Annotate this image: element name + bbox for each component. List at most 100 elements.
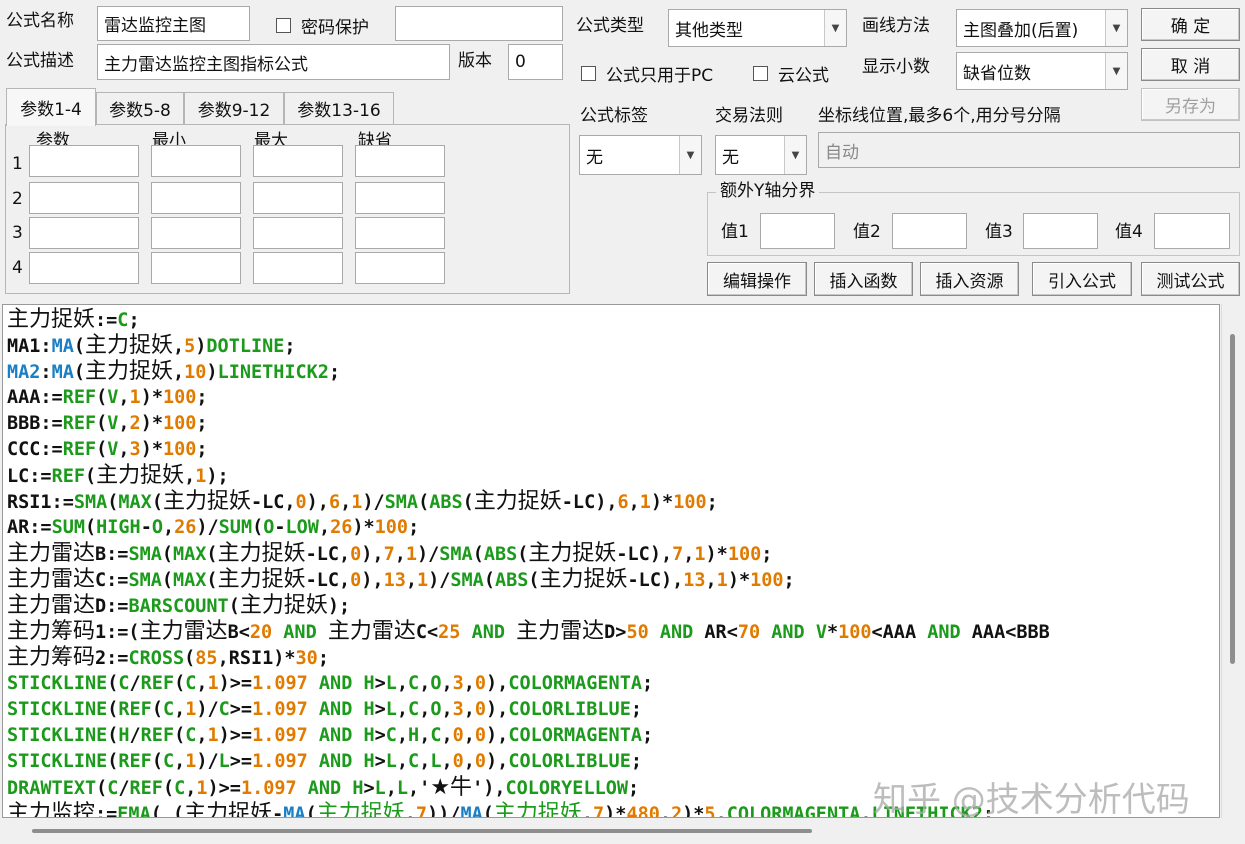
import-formula-button[interactable]: 引入公式 (1032, 262, 1132, 296)
draw-method-select[interactable]: 主图叠加(后置) ▼ (956, 9, 1128, 47)
tab-params-5-8[interactable]: 参数5-8 (96, 92, 184, 124)
formula-type-select[interactable]: 其他类型 ▼ (668, 9, 847, 47)
code-line[interactable]: 主力捉妖:=C; (7, 307, 1215, 333)
trade-rule-select[interactable]: 无 ▼ (715, 135, 807, 175)
y-value-4-input[interactable] (1154, 213, 1230, 249)
param-name-input[interactable] (29, 217, 139, 249)
code-line[interactable]: 主力雷达C:=SMA(MAX(主力捉妖-LC,0),13,1)/SMA(ABS(… (7, 567, 1215, 593)
code-line[interactable]: STICKLINE(H/REF(C,1)>=1.097 AND H>C,H,C,… (7, 723, 1215, 749)
code-token: L (430, 751, 442, 772)
code-line[interactable]: LC:=REF(主力捉妖,1); (7, 463, 1215, 489)
code-content[interactable]: 主力捉妖:=C; MA1:MA(主力捉妖,5)DOTLINE; MA2:MA(主力捉… (3, 305, 1219, 818)
chevron-down-icon[interactable]: ▼ (824, 10, 846, 46)
code-line[interactable]: MA2:MA(主力捉妖,10)LINETHICK2; (7, 359, 1215, 385)
code-token: O (430, 673, 442, 694)
decimal-select[interactable]: 缺省位数 ▼ (956, 52, 1128, 90)
code-line[interactable]: 主力雷达D:=BARSCOUNT(主力捉妖); (7, 593, 1215, 619)
horizontal-scrollbar[interactable] (2, 819, 1221, 843)
param-name-input[interactable] (29, 252, 139, 284)
code-token: )* (604, 804, 627, 818)
code-line[interactable]: STICKLINE(C/REF(C,1)>=1.097 AND H>L,C,O,… (7, 671, 1215, 697)
checkbox-box[interactable] (276, 18, 291, 33)
param-name-input[interactable] (29, 182, 139, 214)
chevron-down-icon[interactable]: ▼ (1105, 10, 1127, 46)
code-token: REF (129, 778, 163, 799)
vertical-scrollbar[interactable] (1221, 304, 1243, 818)
chevron-down-icon[interactable]: ▼ (1105, 53, 1127, 89)
param-default-input[interactable] (355, 145, 445, 177)
code-token: O (263, 517, 275, 538)
test-formula-button[interactable]: 测试公式 (1141, 262, 1240, 296)
param-default-input[interactable] (355, 252, 445, 284)
param-max-input[interactable] (253, 252, 343, 284)
formula-name-input[interactable]: 雷达监控主图 (97, 6, 250, 41)
param-max-input[interactable] (253, 217, 343, 249)
coord-line-input[interactable]: 自动 (818, 132, 1240, 168)
save-as-button[interactable]: 另存为 (1141, 88, 1240, 121)
code-token: C (107, 778, 119, 799)
code-token: 7 (593, 804, 605, 818)
param-min-input[interactable] (151, 252, 241, 284)
chevron-down-icon[interactable]: ▼ (679, 136, 701, 174)
cancel-button[interactable]: 取 消 (1141, 48, 1240, 81)
param-min-input[interactable] (151, 217, 241, 249)
code-line[interactable]: 主力雷达B:=SMA(MAX(主力捉妖-LC,0),7,1)/SMA(ABS(主… (7, 541, 1215, 567)
tab-params-1-4[interactable]: 参数1-4 (6, 88, 96, 126)
code-token: 1 (694, 544, 706, 565)
version-input[interactable]: 0 (508, 44, 563, 80)
password-protect-checkbox[interactable]: 密码保护 (276, 13, 369, 38)
code-editor[interactable]: 主力捉妖:=C; MA1:MA(主力捉妖,5)DOTLINE; MA2:MA(主力捉… (2, 304, 1220, 818)
code-token: := (95, 310, 118, 331)
code-token: 主力雷达 (327, 619, 416, 644)
y-value-1-input[interactable] (760, 213, 835, 249)
y-value-3-input[interactable] (1023, 213, 1098, 249)
vertical-scroll-thumb[interactable] (1230, 334, 1235, 664)
cloud-formula-checkbox[interactable]: 云公式 (753, 61, 829, 86)
code-token: C (430, 725, 442, 746)
code-token: ( (96, 778, 108, 799)
code-line[interactable]: 主力筹码1:=(主力雷达B<20 AND 主力雷达C<25 AND 主力雷达D>… (7, 619, 1215, 645)
checkbox-box[interactable] (581, 66, 596, 81)
horizontal-scroll-thumb[interactable] (32, 829, 812, 833)
code-token: L (374, 778, 386, 799)
pc-only-checkbox[interactable]: 公式只用于PC (581, 61, 713, 86)
insert-function-button[interactable]: 插入函数 (814, 262, 913, 296)
param-default-input[interactable] (355, 182, 445, 214)
edit-operation-button[interactable]: 编辑操作 (707, 262, 807, 296)
formula-desc-input[interactable]: 主力雷达监控主图指标公式 (97, 44, 450, 80)
code-line[interactable]: MA1:MA(主力捉妖,5)DOTLINE; (7, 333, 1215, 359)
checkbox-box[interactable] (753, 66, 768, 81)
code-token: )* (140, 413, 163, 434)
code-line[interactable]: BBB:=REF(V,2)*100; (7, 411, 1215, 437)
param-default-input[interactable] (355, 217, 445, 249)
tab-params-9-12[interactable]: 参数9-12 (184, 92, 284, 124)
ok-button[interactable]: 确 定 (1141, 8, 1240, 41)
code-token: SUM (51, 517, 85, 538)
code-token: ( (96, 387, 108, 408)
param-max-input[interactable] (253, 182, 343, 214)
code-token: ( (107, 673, 119, 694)
code-line[interactable]: AR:=SUM(HIGH-O,26)/SUM(O-LOW,26)*100; (7, 515, 1215, 541)
insert-resource-button[interactable]: 插入资源 (920, 262, 1019, 296)
code-token: 7 (672, 544, 684, 565)
code-line[interactable]: CCC:=REF(V,3)*100; (7, 437, 1215, 463)
code-line[interactable]: STICKLINE(REF(C,1)/C>=1.097 AND H>L,C,O,… (7, 697, 1215, 723)
password-input[interactable] (395, 6, 563, 41)
y-value-2-input[interactable] (892, 213, 967, 249)
param-name-input[interactable] (29, 145, 139, 177)
formula-tag-select[interactable]: 无 ▼ (579, 135, 702, 175)
param-min-input[interactable] (151, 145, 241, 177)
code-token: 主力筹码 (7, 645, 96, 670)
tab-params-13-16[interactable]: 参数13-16 (284, 92, 394, 124)
param-min-input[interactable] (151, 182, 241, 214)
code-token: >= (229, 699, 253, 720)
code-line[interactable]: AAA:=REF(V,1)*100; (7, 385, 1215, 411)
version-label: 版本 (458, 51, 492, 71)
param-max-input[interactable] (253, 145, 343, 177)
code-token: , (174, 699, 186, 720)
code-token: , (419, 699, 431, 720)
code-line[interactable]: RSI1:=SMA(MAX(主力捉妖-LC,0),6,1)/SMA(ABS(主力… (7, 489, 1215, 515)
pc-only-label: 公式只用于PC (606, 66, 714, 86)
chevron-down-icon[interactable]: ▼ (784, 136, 806, 174)
code-line[interactable]: 主力筹码2:=CROSS(85,RSI1)*30; (7, 645, 1215, 671)
